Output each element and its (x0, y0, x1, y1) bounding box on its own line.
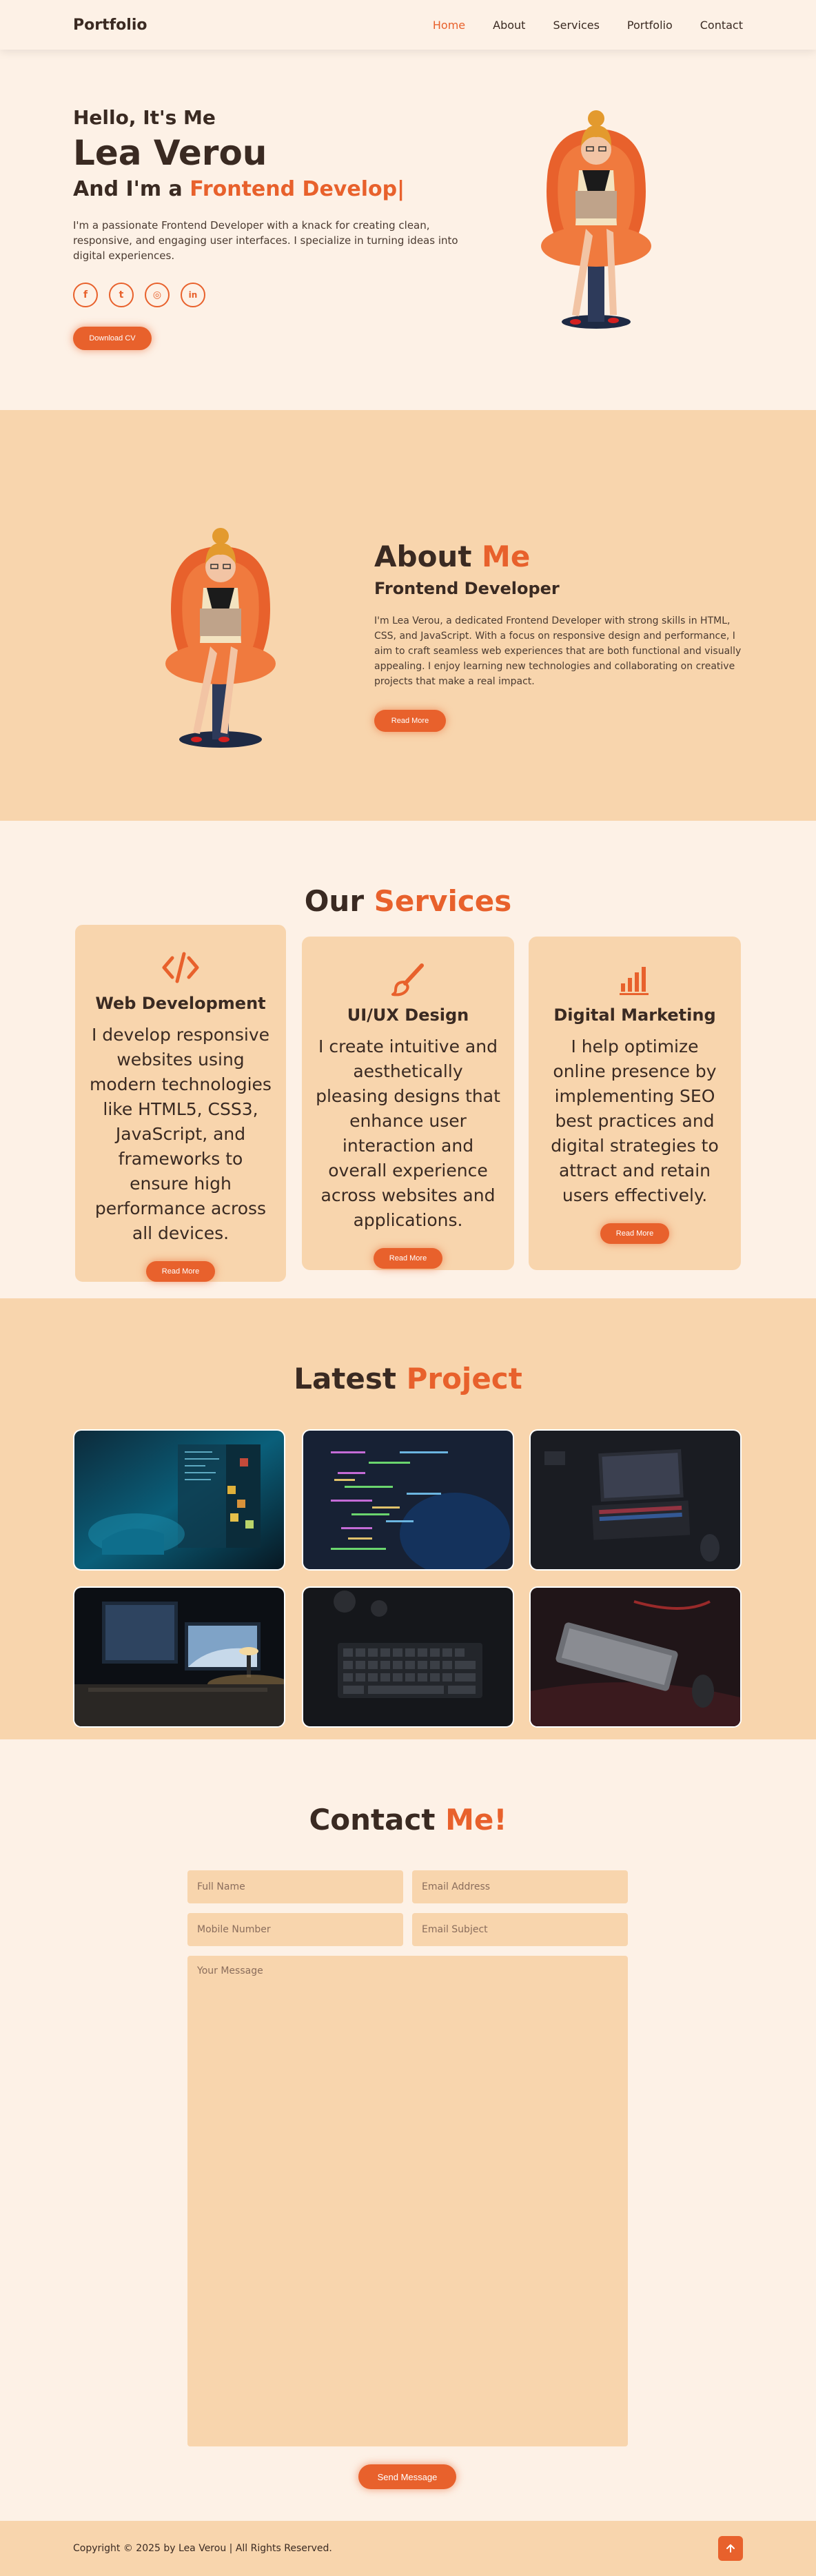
service-read-more-button[interactable]: Read More (600, 1223, 669, 1244)
services-title-plain: Our (304, 884, 365, 918)
nav-services[interactable]: Services (553, 19, 599, 32)
brush-icon (316, 959, 500, 1000)
code-icon (89, 947, 272, 988)
copyright-text: Copyright © 2025 by Lea Verou | All Righ… (73, 2543, 332, 2554)
main-nav: Home About Services Portfolio Contact (433, 19, 743, 32)
project-card[interactable] (73, 1429, 285, 1571)
download-cv-button[interactable]: Download CV (73, 327, 152, 350)
projects-title: Latest Project (0, 1362, 816, 1396)
hero-greeting: Hello, It's Me (73, 106, 216, 129)
project-image (303, 1431, 513, 1569)
project-card[interactable] (529, 1429, 742, 1571)
about-section: About Me Frontend Developer I'm Lea Vero… (0, 410, 816, 821)
nav-home[interactable]: Home (433, 19, 465, 32)
twitter-icon[interactable]: t (109, 283, 134, 307)
hero-text: Hello, It's Me Lea Verou And I'm a Front… (73, 106, 459, 350)
about-description: I'm Lea Verou, a dedicated Frontend Deve… (374, 615, 742, 687)
nav-portfolio[interactable]: Portfolio (627, 19, 673, 32)
nav-about[interactable]: About (493, 19, 525, 32)
about-title: About Me (374, 540, 746, 573)
email-subject-field[interactable] (412, 1913, 628, 1946)
service-title: UI/UX Design (347, 1005, 469, 1025)
contact-section: Contact Me! Send Message (0, 1739, 816, 2521)
site-logo[interactable]: Portfolio (73, 17, 147, 34)
arrow-up-icon (726, 2544, 735, 2553)
services-title: Our Services (0, 884, 816, 918)
project-image (531, 1588, 740, 1726)
hero-description: I'm a passionate Frontend Developer with… (73, 219, 458, 262)
nav-contact[interactable]: Contact (700, 19, 743, 32)
site-header: Portfolio Home About Services Portfolio … (0, 0, 816, 50)
project-image (74, 1431, 284, 1569)
hero-section: Hello, It's Me Lea Verou And I'm a Front… (0, 50, 816, 410)
project-image (74, 1588, 284, 1726)
service-card-marketing: Digital Marketing I help optimize online… (529, 937, 741, 1270)
email-field[interactable] (412, 1870, 628, 1903)
project-card[interactable] (302, 1429, 514, 1571)
project-card[interactable] (73, 1586, 285, 1728)
service-read-more-button[interactable]: Read More (146, 1261, 215, 1282)
social-links: f t ◎ in (73, 283, 459, 307)
send-message-button[interactable]: Send Message (358, 2464, 456, 2489)
bar-chart-icon (542, 959, 727, 1000)
mobile-number-field[interactable] (187, 1913, 403, 1946)
hero-illustration (541, 110, 651, 329)
linkedin-icon[interactable]: in (181, 283, 205, 307)
service-description: I help optimize online presence by imple… (551, 1036, 719, 1205)
service-card-web: Web Development I develop responsive web… (74, 924, 287, 1282)
full-name-field[interactable] (187, 1870, 403, 1903)
about-read-more-button[interactable]: Read More (374, 710, 446, 732)
facebook-icon[interactable]: f (73, 283, 98, 307)
project-card[interactable] (302, 1586, 514, 1728)
projects-section: Latest Project (0, 1298, 816, 1739)
service-title: Digital Marketing (553, 1005, 716, 1025)
hero-role-prefix: And I'm a (73, 177, 183, 201)
hero-name: Lea Verou (73, 133, 267, 173)
contact-title: Contact Me! (0, 1803, 816, 1837)
projects-title-accent: Project (406, 1362, 522, 1396)
services-title-accent: Services (374, 884, 512, 918)
about-subtitle: Frontend Developer (374, 579, 560, 598)
site-footer: Copyright © 2025 by Lea Verou | All Righ… (0, 2521, 816, 2576)
about-illustration (165, 528, 276, 748)
contact-title-accent: Me! (445, 1803, 507, 1837)
project-card[interactable] (529, 1586, 742, 1728)
service-description: I create intuitive and aesthetically ple… (316, 1036, 500, 1230)
contact-title-plain: Contact (309, 1803, 436, 1837)
projects-title-plain: Latest (294, 1362, 396, 1396)
about-title-plain: About (374, 540, 472, 573)
hero-role: And I'm a Frontend Develop| (73, 177, 459, 201)
service-description: I develop responsive websites using mode… (90, 1025, 272, 1243)
service-title: Web Development (95, 994, 266, 1013)
instagram-icon[interactable]: ◎ (145, 283, 170, 307)
services-section: Our Services Web Development I develop r… (0, 821, 816, 1298)
project-image (303, 1588, 513, 1726)
project-image (531, 1431, 740, 1569)
about-text: About Me Frontend Developer I'm Lea Vero… (374, 540, 746, 732)
back-to-top-button[interactable] (718, 2536, 743, 2561)
service-read-more-button[interactable]: Read More (374, 1248, 442, 1269)
service-card-uiux: UI/UX Design I create intuitive and aest… (302, 937, 514, 1270)
hero-role-typed: Frontend Develop| (190, 177, 405, 201)
about-title-accent: Me (482, 540, 531, 573)
message-field[interactable] (187, 1956, 628, 2446)
